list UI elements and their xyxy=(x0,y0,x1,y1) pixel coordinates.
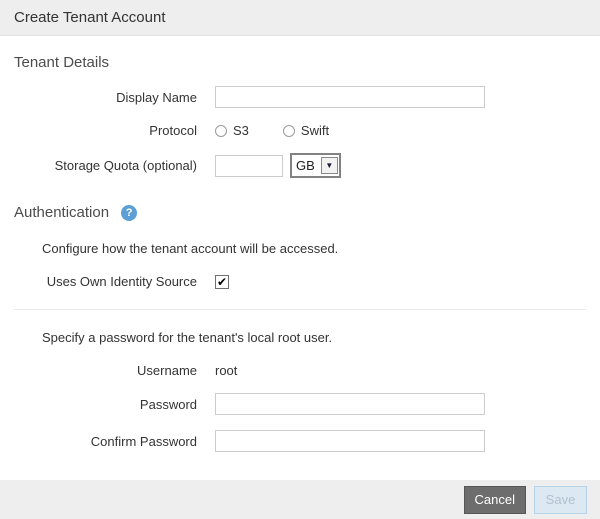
password-row: Password xyxy=(0,393,600,415)
protocol-option-swift[interactable]: Swift xyxy=(283,123,329,138)
protocol-option-swift-label: Swift xyxy=(301,123,329,138)
username-row: Username root xyxy=(0,363,600,378)
password-instruction: Specify a password for the tenant's loca… xyxy=(42,330,600,345)
storage-quota-input[interactable] xyxy=(215,155,283,177)
authentication-heading-label: Authentication xyxy=(14,204,109,221)
username-label: Username xyxy=(0,363,197,378)
display-name-label: Display Name xyxy=(0,90,197,105)
confirm-password-row: Confirm Password xyxy=(0,430,600,452)
radio-unchecked-icon[interactable] xyxy=(215,125,227,137)
display-name-input[interactable] xyxy=(215,86,485,108)
dialog-title: Create Tenant Account xyxy=(14,9,166,26)
tenant-details-heading: Tenant Details xyxy=(14,54,600,71)
create-tenant-account-dialog: Create Tenant Account Tenant Details Dis… xyxy=(0,0,600,519)
section-divider xyxy=(14,309,586,310)
storage-quota-unit-value: GB xyxy=(296,158,320,173)
tenant-details-heading-label: Tenant Details xyxy=(14,54,109,71)
protocol-option-s3[interactable]: S3 xyxy=(215,123,249,138)
identity-source-label: Uses Own Identity Source xyxy=(0,274,197,289)
username-value: root xyxy=(215,363,237,378)
authentication-heading: Authentication ? xyxy=(14,204,600,221)
storage-quota-unit-select[interactable]: GB ▼ xyxy=(290,153,341,178)
help-icon[interactable]: ? xyxy=(121,205,137,221)
password-input[interactable] xyxy=(215,393,485,415)
protocol-label: Protocol xyxy=(0,123,197,138)
storage-quota-row: Storage Quota (optional) GB ▼ xyxy=(0,153,600,178)
confirm-password-label: Confirm Password xyxy=(0,434,197,449)
dialog-footer: Cancel Save xyxy=(0,480,600,519)
dialog-header: Create Tenant Account xyxy=(0,0,600,36)
protocol-option-s3-label: S3 xyxy=(233,123,249,138)
radio-unchecked-icon[interactable] xyxy=(283,125,295,137)
storage-quota-label: Storage Quota (optional) xyxy=(0,158,197,173)
protocol-row: Protocol S3 Swift xyxy=(0,123,600,138)
save-button[interactable]: Save xyxy=(534,486,587,514)
password-label: Password xyxy=(0,397,197,412)
protocol-radio-group: S3 Swift xyxy=(215,123,363,138)
authentication-description: Configure how the tenant account will be… xyxy=(42,241,600,256)
chevron-down-icon[interactable]: ▼ xyxy=(321,157,338,174)
cancel-button[interactable]: Cancel xyxy=(464,486,526,514)
identity-source-row: Uses Own Identity Source ✔ xyxy=(0,274,600,289)
identity-source-checkbox[interactable]: ✔ xyxy=(215,275,229,289)
display-name-row: Display Name xyxy=(0,86,600,108)
confirm-password-input[interactable] xyxy=(215,430,485,452)
